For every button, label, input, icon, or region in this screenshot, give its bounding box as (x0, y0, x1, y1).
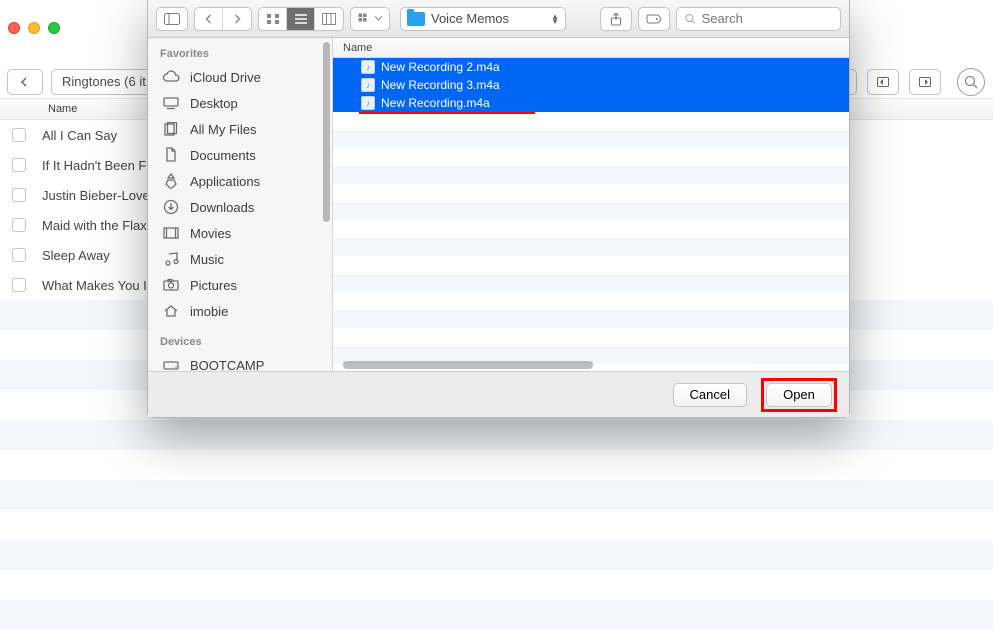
view-segment (258, 7, 344, 31)
open-highlight-annotation: Open (761, 378, 837, 412)
breadcrumb[interactable]: Ringtones (6 it (51, 69, 157, 95)
row-name: Maid with the Flax (42, 218, 147, 233)
file-pane-scrollbar[interactable] (343, 361, 593, 369)
column-view-button[interactable] (315, 8, 343, 30)
path-popup[interactable]: Voice Memos ▲▼ (400, 7, 566, 31)
open-file-dialog: Voice Memos ▲▼ Favorites iCloud Drive Des… (147, 0, 850, 418)
file-row[interactable]: ♪ New Recording 3.m4a (333, 76, 849, 94)
sidebar-item-label: imobie (190, 304, 228, 319)
file-name: New Recording.m4a (381, 96, 490, 110)
file-name-column[interactable]: Name (333, 38, 849, 58)
sidebar-item-label: Documents (190, 148, 256, 163)
sidebar-item-icloud-drive[interactable]: iCloud Drive (148, 64, 332, 90)
doc-icon (162, 146, 180, 164)
sidebar-item-label: All My Files (190, 122, 256, 137)
sidebar-item-applications[interactable]: Applications (148, 168, 332, 194)
music-icon (162, 250, 180, 268)
open-button[interactable]: Open (766, 383, 832, 407)
nav-back-button[interactable] (195, 8, 223, 30)
nav-segment (194, 7, 252, 31)
row-name: All I Can Say (42, 128, 117, 143)
home-icon (162, 302, 180, 320)
path-label: Voice Memos (431, 11, 545, 26)
favorites-heading: Favorites (148, 42, 332, 64)
sidebar-item-downloads[interactable]: Downloads (148, 194, 332, 220)
sidebar-item-label: Downloads (190, 200, 254, 215)
search-field[interactable] (676, 7, 841, 31)
sidebar-item-imobie[interactable]: imobie (148, 298, 332, 324)
window-maximize-button[interactable] (48, 22, 60, 34)
desktop-icon (162, 94, 180, 112)
download-icon (162, 198, 180, 216)
updown-icon: ▲▼ (551, 14, 559, 24)
sidebar-scrollbar[interactable] (323, 42, 330, 222)
dialog-toolbar: Voice Memos ▲▼ (148, 0, 849, 38)
sidebar-item-label: Pictures (190, 278, 237, 293)
audio-file-icon: ♪ (361, 60, 375, 74)
file-name: New Recording 2.m4a (381, 60, 500, 74)
cancel-button[interactable]: Cancel (673, 383, 747, 407)
sidebar-item-movies[interactable]: Movies (148, 220, 332, 246)
audio-file-icon: ♪ (361, 78, 375, 92)
audio-file-icon: ♪ (361, 96, 375, 110)
sidebar-device-bootcamp[interactable]: BOOTCAMP (148, 352, 332, 371)
folder-icon (407, 12, 425, 26)
devices-heading: Devices (148, 330, 332, 352)
row-name: Justin Bieber-Love (42, 188, 150, 203)
file-row[interactable]: ♪ New Recording.m4a (333, 94, 849, 112)
search-input[interactable] (702, 11, 832, 26)
row-checkbox[interactable] (12, 218, 26, 232)
sidebar-item-label: Desktop (190, 96, 238, 111)
sidebar-item-all-my-files[interactable]: All My Files (148, 116, 332, 142)
sidebar-item-documents[interactable]: Documents (148, 142, 332, 168)
row-checkbox[interactable] (12, 188, 26, 202)
tool-button-2[interactable] (867, 69, 899, 95)
sidebar-item-label: BOOTCAMP (190, 358, 264, 372)
dialog-footer: Cancel Open (148, 371, 849, 417)
sidebar-item-desktop[interactable]: Desktop (148, 90, 332, 116)
share-button[interactable] (600, 7, 632, 31)
tags-button[interactable] (638, 7, 670, 31)
sidebar-item-label: Music (190, 252, 224, 267)
row-name: What Makes You I (42, 278, 147, 293)
allfiles-icon (162, 120, 180, 138)
row-checkbox[interactable] (12, 128, 26, 142)
sidebar-item-label: Applications (190, 174, 260, 189)
pictures-icon (162, 276, 180, 294)
file-name: New Recording 3.m4a (381, 78, 500, 92)
tool-button-3[interactable] (909, 69, 941, 95)
search-icon (685, 13, 696, 25)
search-button[interactable] (957, 68, 985, 96)
sidebar-toggle-button[interactable] (156, 7, 188, 31)
dialog-sidebar: Favorites iCloud Drive Desktop All My File… (148, 38, 333, 371)
row-name: If It Hadn't Been F (42, 158, 146, 173)
row-checkbox[interactable] (12, 278, 26, 292)
background-name-column[interactable]: Name (42, 103, 77, 115)
movies-icon (162, 224, 180, 242)
window-close-button[interactable] (8, 22, 20, 34)
sidebar-item-label: Movies (190, 226, 231, 241)
traffic-lights (8, 22, 60, 34)
file-row[interactable]: ♪ New Recording 2.m4a (333, 58, 849, 76)
sidebar-item-label: iCloud Drive (190, 70, 261, 85)
icon-view-button[interactable] (259, 8, 287, 30)
cloud-icon (162, 68, 180, 86)
arrange-button[interactable] (350, 7, 390, 31)
sidebar-item-music[interactable]: Music (148, 246, 332, 272)
row-checkbox[interactable] (12, 248, 26, 262)
apps-icon (162, 172, 180, 190)
row-name: Sleep Away (42, 248, 110, 263)
file-pane: Name ♪ New Recording 2.m4a ♪ New Recording … (333, 38, 849, 371)
nav-forward-button[interactable] (223, 8, 251, 30)
drive-icon (162, 356, 180, 371)
sidebar-item-pictures[interactable]: Pictures (148, 272, 332, 298)
row-checkbox[interactable] (12, 158, 26, 172)
list-view-button[interactable] (287, 8, 315, 30)
back-button[interactable] (7, 69, 43, 95)
window-minimize-button[interactable] (28, 22, 40, 34)
